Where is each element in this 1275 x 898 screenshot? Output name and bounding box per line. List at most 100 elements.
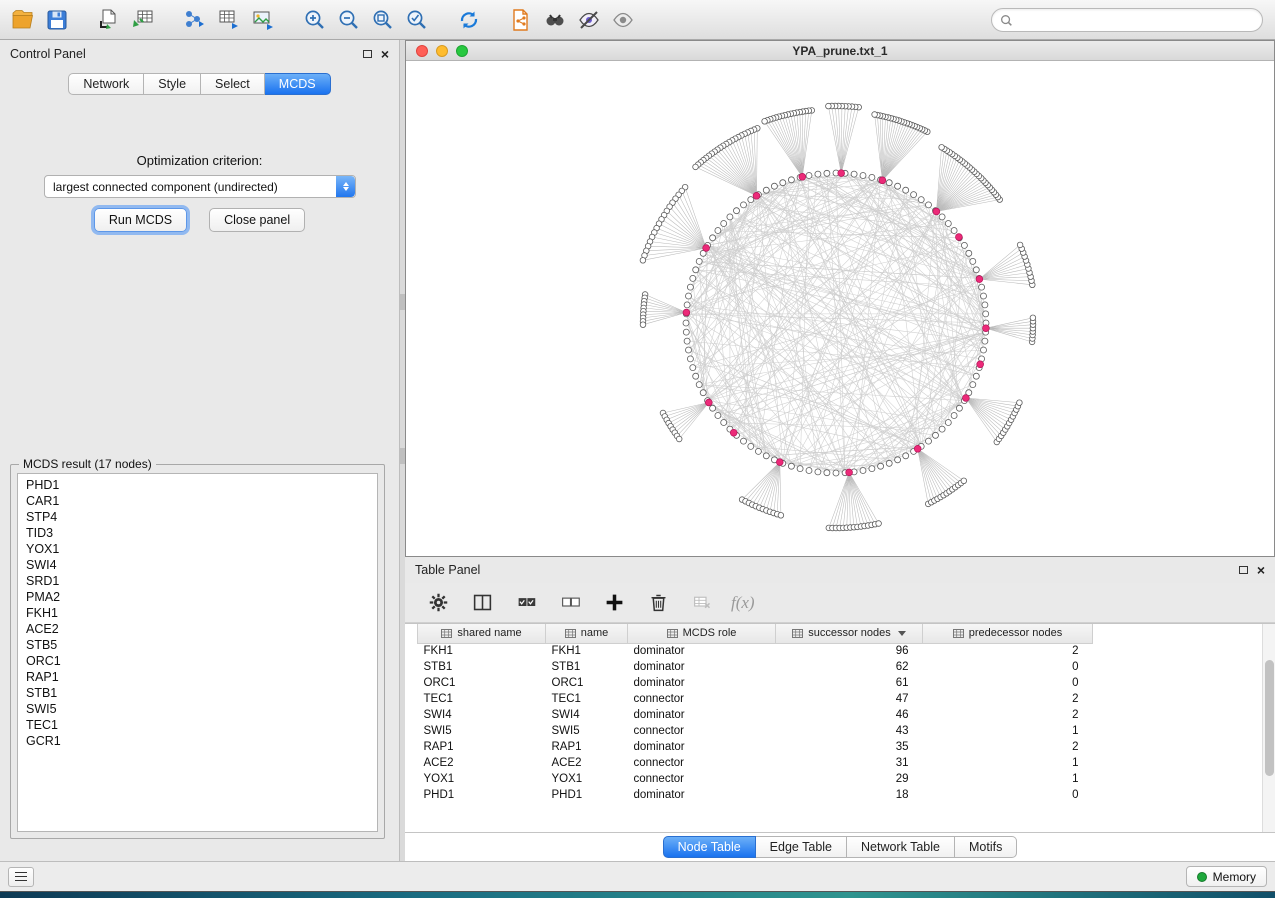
settings-gear-icon[interactable] bbox=[423, 588, 453, 618]
list-item[interactable]: STB5 bbox=[18, 637, 377, 653]
table-row[interactable]: TEC1TEC1connector472 bbox=[418, 691, 1093, 707]
table-cell[interactable]: FKH1 bbox=[418, 643, 546, 659]
search-input[interactable] bbox=[1018, 13, 1254, 27]
tab-network[interactable]: Network bbox=[68, 73, 144, 95]
list-item[interactable]: STB1 bbox=[18, 685, 377, 701]
save-icon[interactable] bbox=[42, 5, 72, 35]
table-cell[interactable]: connector bbox=[628, 755, 776, 771]
table-cell[interactable]: 35 bbox=[776, 739, 923, 755]
table-cell[interactable]: 43 bbox=[776, 723, 923, 739]
window-close-icon[interactable] bbox=[416, 45, 428, 57]
table-cell[interactable]: TEC1 bbox=[418, 691, 546, 707]
column-header-predecessor-nodes[interactable]: predecessor nodes bbox=[923, 624, 1093, 643]
table-cell[interactable]: RAP1 bbox=[418, 739, 546, 755]
table-cell[interactable]: SWI5 bbox=[546, 723, 628, 739]
hide-graphics-details-icon[interactable] bbox=[574, 5, 604, 35]
table-row[interactable]: ORC1ORC1dominator610 bbox=[418, 675, 1093, 691]
export-network-icon[interactable] bbox=[180, 5, 210, 35]
table-cell[interactable]: 1 bbox=[923, 723, 1093, 739]
table-cell[interactable]: 0 bbox=[923, 659, 1093, 675]
network-window-titlebar[interactable]: YPA_prune.txt_1 bbox=[406, 41, 1274, 61]
zoom-in-icon[interactable] bbox=[300, 5, 330, 35]
list-item[interactable]: SWI4 bbox=[18, 557, 377, 573]
window-maximize-icon[interactable] bbox=[456, 45, 468, 57]
table-cell[interactable]: 2 bbox=[923, 643, 1093, 659]
close-panel-button[interactable]: Close panel bbox=[209, 208, 305, 232]
table-cell[interactable]: connector bbox=[628, 771, 776, 787]
table-cell[interactable]: dominator bbox=[628, 787, 776, 803]
table-cell[interactable]: RAP1 bbox=[546, 739, 628, 755]
memory-button[interactable]: Memory bbox=[1186, 866, 1267, 887]
table-cell[interactable]: SWI4 bbox=[418, 707, 546, 723]
table-cell[interactable]: 2 bbox=[923, 691, 1093, 707]
tab-node-table[interactable]: Node Table bbox=[663, 836, 756, 858]
table-cell[interactable]: PHD1 bbox=[546, 787, 628, 803]
table-cell[interactable]: connector bbox=[628, 723, 776, 739]
close-panel-icon[interactable]: × bbox=[381, 49, 389, 59]
table-cell[interactable]: 47 bbox=[776, 691, 923, 707]
table-cell[interactable]: SWI4 bbox=[546, 707, 628, 723]
table-cell[interactable]: 61 bbox=[776, 675, 923, 691]
table-row[interactable]: SWI5SWI5connector431 bbox=[418, 723, 1093, 739]
list-item[interactable]: TEC1 bbox=[18, 717, 377, 733]
search-field[interactable] bbox=[991, 8, 1263, 32]
zoom-selected-icon[interactable] bbox=[402, 5, 432, 35]
table-cell[interactable]: 18 bbox=[776, 787, 923, 803]
table-cell[interactable]: dominator bbox=[628, 675, 776, 691]
table-cell[interactable]: dominator bbox=[628, 659, 776, 675]
criterion-dropdown[interactable]: largest connected component (undirected) bbox=[44, 175, 356, 198]
export-image-icon[interactable] bbox=[248, 5, 278, 35]
show-birdseye-view-icon[interactable] bbox=[608, 5, 638, 35]
search-network-icon[interactable] bbox=[540, 5, 570, 35]
table-cell[interactable]: 2 bbox=[923, 739, 1093, 755]
function-builder-icon[interactable]: f(x) bbox=[731, 593, 755, 613]
tab-edge-table[interactable]: Edge Table bbox=[756, 836, 847, 858]
table-cell[interactable]: 96 bbox=[776, 643, 923, 659]
splitter-handle[interactable] bbox=[400, 294, 405, 310]
table-cell[interactable]: ACE2 bbox=[546, 755, 628, 771]
close-table-panel-icon[interactable]: × bbox=[1257, 565, 1265, 575]
tab-mcds[interactable]: MCDS bbox=[265, 73, 331, 95]
add-row-icon[interactable] bbox=[599, 588, 629, 618]
task-history-button[interactable] bbox=[8, 867, 34, 887]
delete-row-icon[interactable] bbox=[643, 588, 673, 618]
network-canvas[interactable] bbox=[406, 61, 1274, 555]
splitter-handle[interactable] bbox=[400, 448, 405, 464]
list-item[interactable]: ACE2 bbox=[18, 621, 377, 637]
list-item[interactable]: ORC1 bbox=[18, 653, 377, 669]
zoom-fit-icon[interactable] bbox=[368, 5, 398, 35]
table-cell[interactable]: 46 bbox=[776, 707, 923, 723]
tab-motifs[interactable]: Motifs bbox=[955, 836, 1017, 858]
tab-network-table[interactable]: Network Table bbox=[847, 836, 955, 858]
table-row[interactable]: RAP1RAP1dominator352 bbox=[418, 739, 1093, 755]
table-cell[interactable]: FKH1 bbox=[546, 643, 628, 659]
table-cell[interactable]: connector bbox=[628, 691, 776, 707]
list-item[interactable]: PMA2 bbox=[18, 589, 377, 605]
table-cell[interactable]: 29 bbox=[776, 771, 923, 787]
tab-style[interactable]: Style bbox=[144, 73, 201, 95]
table-cell[interactable]: dominator bbox=[628, 707, 776, 723]
split-view-icon[interactable] bbox=[467, 588, 497, 618]
table-row[interactable]: STB1STB1dominator620 bbox=[418, 659, 1093, 675]
window-minimize-icon[interactable] bbox=[436, 45, 448, 57]
list-item[interactable]: SWI5 bbox=[18, 701, 377, 717]
list-item[interactable]: STP4 bbox=[18, 509, 377, 525]
table-scrollbar[interactable] bbox=[1262, 624, 1275, 832]
list-item[interactable]: TID3 bbox=[18, 525, 377, 541]
list-item[interactable]: FKH1 bbox=[18, 605, 377, 621]
table-cell[interactable]: ORC1 bbox=[546, 675, 628, 691]
deselect-all-icon[interactable] bbox=[555, 588, 585, 618]
table-cell[interactable]: 0 bbox=[923, 675, 1093, 691]
table-row[interactable]: PHD1PHD1dominator180 bbox=[418, 787, 1093, 803]
float-table-panel-icon[interactable] bbox=[1239, 566, 1248, 574]
table-row[interactable]: ACE2ACE2connector311 bbox=[418, 755, 1093, 771]
import-network-from-file-icon[interactable] bbox=[94, 5, 124, 35]
list-item[interactable]: CAR1 bbox=[18, 493, 377, 509]
table-cell[interactable]: STB1 bbox=[418, 659, 546, 675]
scrollbar-thumb[interactable] bbox=[1265, 660, 1274, 776]
tab-select[interactable]: Select bbox=[201, 73, 265, 95]
zoom-out-icon[interactable] bbox=[334, 5, 364, 35]
table-cell[interactable]: YOX1 bbox=[418, 771, 546, 787]
import-table-from-file-icon[interactable] bbox=[128, 5, 158, 35]
table-cell[interactable]: PHD1 bbox=[418, 787, 546, 803]
